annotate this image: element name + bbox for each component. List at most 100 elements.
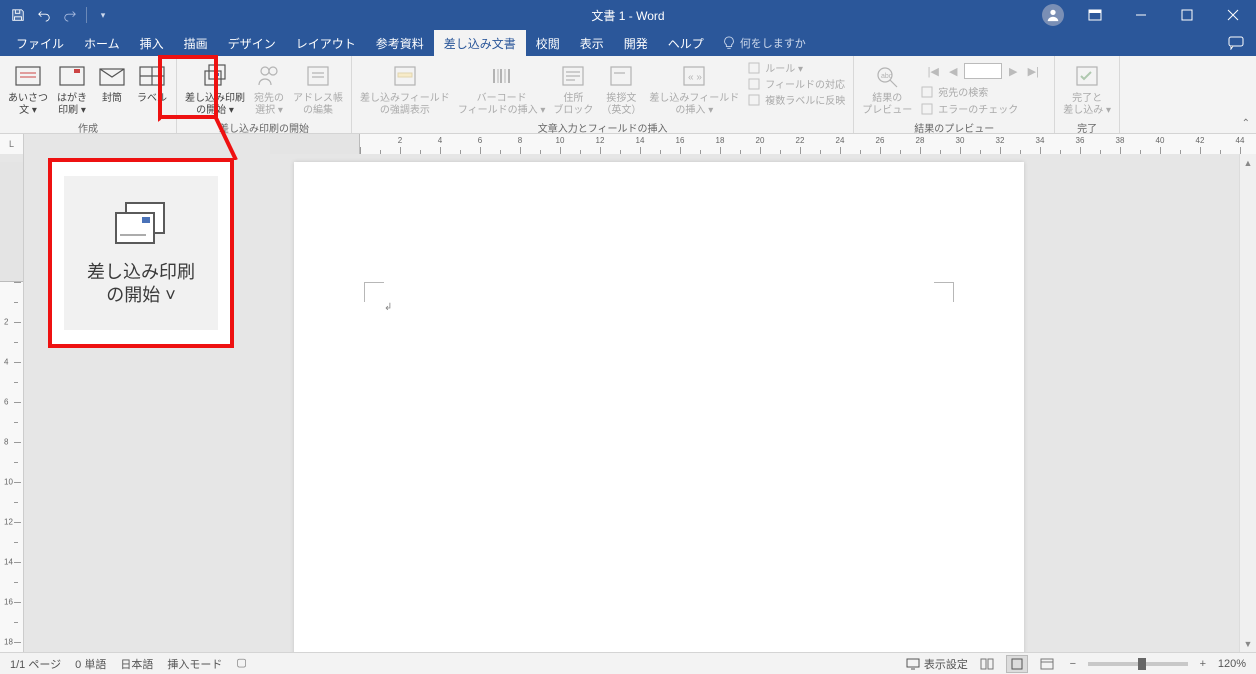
tab-home[interactable]: ホーム [74,30,130,56]
window-title: 文書 1 - Word [591,7,664,24]
find-recipient: 宛先の検索 [920,84,1046,99]
highlight-merge-fields-icon [389,60,421,92]
rules: ルール ▾ [747,60,845,75]
start-mail-merge-button[interactable]: 差し込み印刷 の開始 ▾ [181,58,249,119]
ribbon-group: 差し込み印刷 の開始 ▾宛先の 選択 ▾アドレス帳 の編集差し込み印刷の開始 [177,56,352,133]
comments-button[interactable] [1216,30,1256,56]
zoom-out[interactable]: − [1066,658,1080,670]
ribbon-group: abc結果の プレビュー|◀◀▶▶|宛先の検索エラーのチェック結果のプレビュー [854,56,1055,133]
scroll-up-arrow[interactable]: ▲ [1240,154,1256,171]
status-page[interactable]: 1/1 ページ [10,656,61,672]
display-settings[interactable]: 表示設定 [906,656,968,672]
status-language[interactable]: 日本語 [120,656,153,672]
macro-record-icon[interactable]: ▢ [236,656,246,672]
minimize-button[interactable] [1118,0,1164,30]
undo-button[interactable] [32,3,56,27]
preview-results-icon: abc [871,60,903,92]
status-word-count[interactable]: 0 単語 [75,656,106,672]
tab-help[interactable]: ヘルプ [658,30,714,56]
tab-design[interactable]: デザイン [218,30,286,56]
tab-insert[interactable]: 挿入 [130,30,174,56]
prev-record: ◀ [944,62,962,80]
zoom-slider[interactable] [1088,662,1188,666]
tab-draw[interactable]: 描画 [174,30,218,56]
zoom-level[interactable]: 120% [1218,658,1246,670]
ribbon-group: 完了と 差し込み ▾完了 [1055,56,1120,133]
redo-button[interactable] [58,3,82,27]
update-labels: 複数ラベルに反映 [747,92,845,107]
preview-results-button: abc結果の プレビュー [858,58,916,119]
vertical-scrollbar[interactable]: ▲ ▼ [1239,154,1256,652]
tell-me-search[interactable]: 何をしますか [722,30,806,56]
start-mail-merge-icon [199,60,231,92]
tab-mailings[interactable]: 差し込み文書 [434,30,526,56]
record-number [964,63,1002,79]
quick-access-toolbar: ▾ [0,3,121,27]
ribbon-group: あいさつ 文 ▾はがき 印刷 ▾封筒ラベル作成 [0,56,177,133]
greeting-line-button[interactable]: あいさつ 文 ▾ [4,58,52,119]
mail-merge-icon [106,199,176,255]
tab-layout[interactable]: レイアウト [286,30,366,56]
postcard-print-button[interactable]: はがき 印刷 ▾ [52,58,92,119]
tab-developer[interactable]: 開発 [614,30,658,56]
scroll-down-arrow[interactable]: ▼ [1240,635,1256,652]
margin-corner-tl [364,282,384,302]
select-recipients-button: 宛先の 選択 ▾ [249,58,289,119]
margin-corner-tr [934,282,954,302]
ruler-corner[interactable]: L [0,134,24,154]
envelopes-button[interactable]: 封筒 [92,58,132,107]
ribbon: あいさつ 文 ▾はがき 印刷 ▾封筒ラベル作成差し込み印刷 の開始 ▾宛先の 選… [0,56,1256,134]
barcode-field-button: バーコード フィールドの挿入 ▾ [454,58,550,119]
edit-recipient-list-icon [302,60,334,92]
close-button[interactable] [1210,0,1256,30]
tab-view[interactable]: 表示 [570,30,614,56]
match-fields: フィールドの対応 [747,76,845,91]
address-block-icon [557,60,589,92]
finish-merge-button: 完了と 差し込み ▾ [1059,58,1115,119]
view-read-mode[interactable] [976,655,998,673]
tab-review[interactable]: 校閲 [526,30,570,56]
tab-references[interactable]: 参考資料 [366,30,434,56]
user-account-icon[interactable] [1042,4,1064,26]
text-cursor: ↲ [384,302,392,313]
maximize-button[interactable] [1164,0,1210,30]
svg-text:abc: abc [881,73,893,80]
address-block-button: 住所 ブロック [549,58,597,119]
postcard-print-icon [56,60,88,92]
status-insert-mode[interactable]: 挿入モード [167,656,222,672]
ribbon-tabs: ファイル ホーム 挿入 描画 デザイン レイアウト 参考資料 差し込み文書 校閲… [0,30,1256,56]
view-print-layout[interactable] [1006,655,1028,673]
greeting-line-en-button: 挨拶文 （英文） [597,58,645,119]
save-button[interactable] [6,3,30,27]
ribbon-group: 差し込みフィールド の強調表示バーコード フィールドの挿入 ▾住所 ブロック挨拶… [352,56,854,133]
page[interactable]: ↲ [294,162,1024,652]
greeting-line-en-icon [605,60,637,92]
title-bar: ▾ 文書 1 - Word [0,0,1256,30]
labels-button[interactable]: ラベル [132,58,172,107]
envelopes-icon [96,60,128,92]
monitor-icon [906,658,920,670]
collapse-ribbon[interactable]: ⌃ [1242,118,1250,129]
edit-recipient-list-button: アドレス帳 の編集 [289,58,347,119]
ribbon-display-options[interactable] [1072,0,1118,30]
zoom-in[interactable]: + [1196,658,1210,670]
horizontal-ruler[interactable]: 1614121086422468101214161820222426283032… [24,134,1256,154]
greeting-line-icon [12,60,44,92]
highlight-merge-fields-button: 差し込みフィールド の強調表示 [356,58,454,119]
finish-merge-icon [1071,60,1103,92]
insert-merge-field-icon: « » [678,60,710,92]
svg-text:« »: « » [688,72,702,83]
tab-file[interactable]: ファイル [6,30,74,56]
insert-merge-field-button: « »差し込みフィールド の挿入 ▾ [645,58,743,119]
next-record: ▶ [1004,62,1022,80]
first-record: |◀ [924,62,942,80]
status-bar: 1/1 ページ 0 単語 日本語 挿入モード ▢ 表示設定 − + 120% [0,652,1256,674]
record-navigation: |◀◀ ▶▶| [920,60,1046,82]
lightbulb-icon [722,36,736,50]
callout-label: 差し込み印刷 の開始 ˅ [87,261,195,308]
horizontal-ruler-row: L 16141210864224681012141618202224262830… [0,134,1256,154]
qat-customize[interactable]: ▾ [91,3,115,27]
view-web-layout[interactable] [1036,655,1058,673]
vertical-ruler[interactable]: 64224681012141618 [0,154,24,652]
last-record: ▶| [1024,62,1042,80]
